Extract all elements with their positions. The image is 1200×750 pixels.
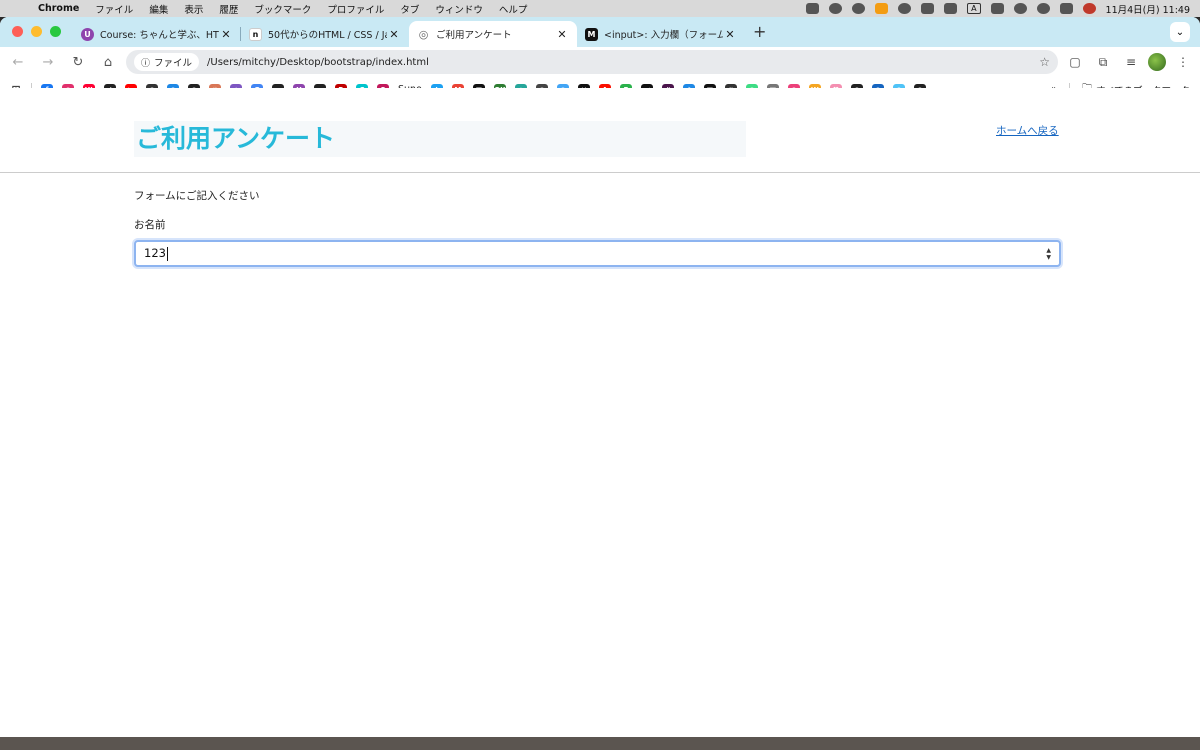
number-spinner[interactable]: ▲ ▼ xyxy=(1046,247,1051,261)
tab-close-icon[interactable]: ✕ xyxy=(555,28,569,41)
dock-strip xyxy=(0,737,1200,750)
name-input-value: 123 xyxy=(144,246,166,261)
menu-help[interactable]: ヘルプ xyxy=(491,2,536,16)
bookmark-star-icon[interactable]: ☆ xyxy=(1039,55,1050,69)
wifi-icon[interactable] xyxy=(1013,3,1027,14)
tab-close-icon[interactable]: ✕ xyxy=(723,28,737,41)
forward-arrow-icon[interactable]: → xyxy=(36,50,60,74)
tab-title: <input>: 入力欄（フォーム入力） xyxy=(604,30,723,41)
chrome-menu-icon[interactable]: ⋮ xyxy=(1172,51,1194,73)
tab-note-article[interactable]: n 50代からのHTML / CSS / Java ✕ xyxy=(241,21,409,47)
name-number-input[interactable]: 123 ▲ ▼ xyxy=(134,240,1061,267)
home-link[interactable]: ホームへ戻る xyxy=(996,123,1059,138)
udemy-favicon-icon: U xyxy=(81,27,94,41)
menubar-status-area: A 11月4日(月) 11:49 xyxy=(806,2,1200,16)
vlc-icon[interactable] xyxy=(875,3,889,14)
spotlight-search-icon[interactable] xyxy=(1036,3,1050,14)
reload-icon[interactable]: ↻ xyxy=(66,50,90,74)
siri-icon[interactable] xyxy=(1082,3,1096,14)
play-icon[interactable] xyxy=(898,3,912,14)
creative-cloud-icon[interactable] xyxy=(829,3,843,14)
name-field-label: お名前 xyxy=(134,219,166,231)
reading-list-icon[interactable]: ≡ xyxy=(1120,51,1142,73)
tab-close-icon[interactable]: ✕ xyxy=(219,28,233,41)
fullscreen-window-button[interactable] xyxy=(50,26,61,37)
menu-window[interactable]: ウィンドウ xyxy=(427,2,491,16)
menu-view[interactable]: 表示 xyxy=(176,2,211,16)
new-tab-button[interactable]: + xyxy=(745,22,774,47)
cloud-icon[interactable] xyxy=(806,3,820,14)
page-content: ご利用アンケート ホームへ戻る フォームにご記入ください お名前 123 ▲ ▼ xyxy=(0,88,1200,720)
browser-toolbar: ← → ↻ ⌂ ⓘ ファイル /Users/mitchy/Desktop/boo… xyxy=(0,47,1200,77)
globe-favicon-icon: ◎ xyxy=(417,27,430,41)
input-mode-indicator[interactable]: A xyxy=(967,3,981,14)
tab-mdn-input[interactable]: M <input>: 入力欄（フォーム入力） ✕ xyxy=(577,21,745,47)
tab-search-chevron-icon[interactable]: ⌄ xyxy=(1170,22,1190,42)
survey-form: フォームにご記入ください お名前 123 ▲ ▼ xyxy=(134,188,1061,267)
bluetooth-icon[interactable] xyxy=(944,3,958,14)
info-icon: ⓘ xyxy=(141,58,151,69)
tab-strip: U Course: ちゃんと学ぶ、HTML/C ✕ n 50代からのHTML /… xyxy=(0,17,1200,47)
tab-title: Course: ちゃんと学ぶ、HTML/C xyxy=(100,30,219,41)
form-intro-text: フォームにご記入ください xyxy=(134,190,260,202)
minimize-window-button[interactable] xyxy=(31,26,42,37)
site-info-chip[interactable]: ⓘ ファイル xyxy=(134,53,200,71)
line-extension-icon[interactable]: ▢ xyxy=(1064,51,1086,73)
spinner-up-icon[interactable]: ▲ xyxy=(1046,247,1051,254)
menu-profiles[interactable]: プロファイル xyxy=(319,2,392,16)
mdn-favicon-icon: M xyxy=(585,27,598,41)
menu-bookmarks[interactable]: ブックマーク xyxy=(246,2,319,16)
url-text[interactable]: /Users/mitchy/Desktop/bootstrap/index.ht… xyxy=(207,57,1039,68)
menubar-clock[interactable]: 11月4日(月) 11:49 xyxy=(1106,2,1190,16)
menu-app-name[interactable]: Chrome xyxy=(30,3,87,14)
note-favicon-icon: n xyxy=(249,27,262,41)
page-header: ご利用アンケート ホームへ戻る xyxy=(0,88,1200,173)
sync-icon[interactable] xyxy=(852,3,866,14)
close-window-button[interactable] xyxy=(12,26,23,37)
tab-udemy-course[interactable]: U Course: ちゃんと学ぶ、HTML/C ✕ xyxy=(73,21,241,47)
volume-icon[interactable] xyxy=(921,3,935,14)
battery-icon[interactable] xyxy=(990,3,1004,14)
control-center-icon[interactable] xyxy=(1059,3,1073,14)
profile-avatar[interactable] xyxy=(1148,53,1166,71)
address-bar[interactable]: ⓘ ファイル /Users/mitchy/Desktop/bootstrap/i… xyxy=(126,50,1058,74)
menu-file[interactable]: ファイル xyxy=(87,2,141,16)
window-controls xyxy=(0,26,73,47)
spinner-down-icon[interactable]: ▼ xyxy=(1046,254,1051,261)
menu-history[interactable]: 履歴 xyxy=(211,2,246,16)
menu-tab[interactable]: タブ xyxy=(392,2,427,16)
tab-title: ご利用アンケート xyxy=(436,30,512,41)
menu-edit[interactable]: 編集 xyxy=(141,2,176,16)
tab-title: 50代からのHTML / CSS / Java xyxy=(268,30,387,41)
extensions-puzzle-icon[interactable]: ⧉ xyxy=(1092,51,1114,73)
home-icon[interactable]: ⌂ xyxy=(96,50,120,74)
text-caret xyxy=(166,246,168,261)
site-info-label: ファイル xyxy=(154,58,193,69)
macos-menubar: Chrome ファイル 編集 表示 履歴 ブックマーク プロファイル タブ ウィ… xyxy=(0,0,1200,17)
tab-survey-active[interactable]: ◎ ご利用アンケート ✕ xyxy=(409,21,577,47)
page-title: ご利用アンケート xyxy=(134,121,746,157)
tab-close-icon[interactable]: ✕ xyxy=(387,28,401,41)
back-arrow-icon[interactable]: ← xyxy=(6,50,30,74)
